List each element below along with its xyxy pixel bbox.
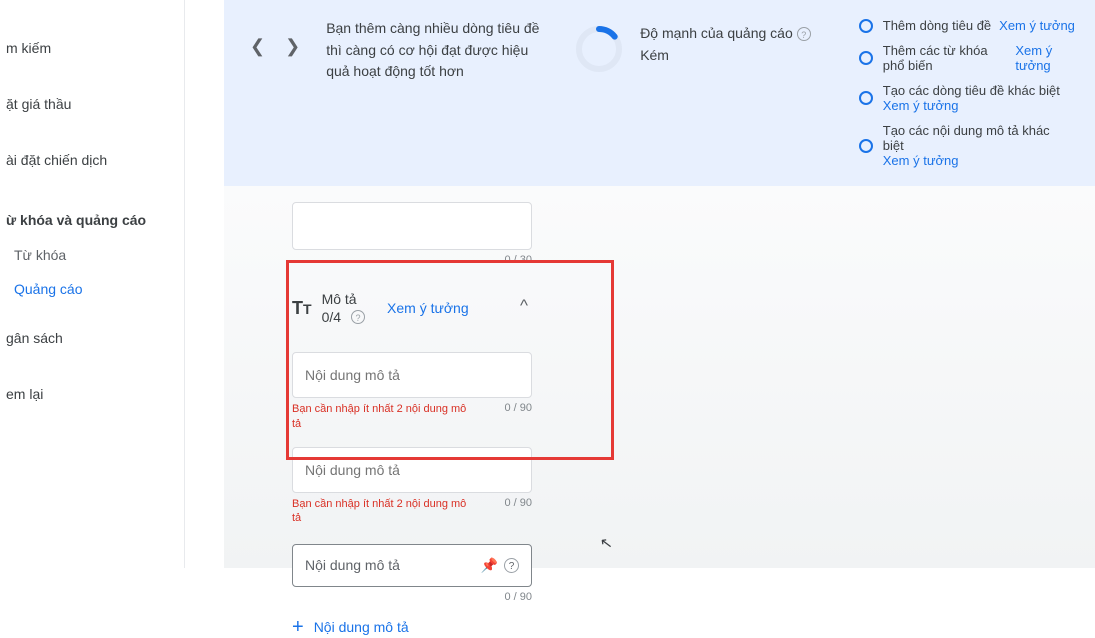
sidebar-item-bidding[interactable]: ặt giá thầu	[0, 86, 184, 122]
hint-text: Bạn thêm càng nhiều dòng tiêu đề thì càn…	[326, 18, 546, 83]
suggestion-text: Thêm dòng tiêu đề	[883, 18, 991, 33]
sidebar: m kiếm ặt giá thầu ài đặt chiến dịch ừ k…	[0, 0, 185, 568]
sidebar-sub-keywords[interactable]: Từ khóa	[0, 238, 184, 272]
description-input-1[interactable]	[292, 352, 532, 398]
suggestion-link[interactable]: Xem ý tưởng	[1015, 43, 1075, 73]
headline-box: 0 / 30	[292, 202, 532, 266]
sidebar-sub-ads[interactable]: Quảng cáo	[0, 272, 184, 306]
description-input-3[interactable]: Nội dung mô tả 📌?	[292, 544, 532, 587]
hint-bar: ❮ ❯ Bạn thêm càng nhiều dòng tiêu đề thì…	[224, 0, 1095, 186]
help-icon[interactable]: ?	[797, 27, 811, 41]
suggestion-text: Tạo các nội dung mô tả khác biệt	[883, 123, 1067, 153]
pin-icon[interactable]: 📌	[481, 557, 498, 574]
add-description-label: Nội dung mô tả	[314, 619, 409, 635]
placeholder-text: Nội dung mô tả	[305, 557, 400, 573]
char-counter: 0 / 90	[504, 402, 532, 431]
plus-icon: +	[292, 617, 304, 637]
ad-strength-title: Độ mạnh của quảng cáo	[640, 25, 793, 41]
cursor-icon: ↖	[599, 533, 614, 553]
text-size-icon: TT	[292, 298, 312, 319]
suggestion-row: Thêm dòng tiêu đề Xem ý tưởng	[859, 18, 1075, 33]
suggestion-row: Tạo các dòng tiêu đề khác biệtXem ý tưởn…	[859, 83, 1075, 113]
headline-input[interactable]	[292, 202, 532, 250]
char-counter: 0 / 90	[292, 591, 532, 603]
radio-icon	[859, 51, 873, 65]
sidebar-group-keywords-ads: ừ khóa và quảng cáo	[0, 202, 184, 238]
suggestion-text: Tạo các dòng tiêu đề khác biệt	[883, 83, 1060, 98]
help-icon[interactable]: ?	[351, 310, 365, 324]
suggestion-link[interactable]: Xem ý tưởng	[883, 98, 1068, 113]
ad-strength-ring-icon	[574, 24, 624, 74]
sidebar-item-search[interactable]: m kiếm	[0, 30, 184, 66]
suggestion-link[interactable]: Xem ý tưởng	[883, 153, 1075, 168]
suggestions-list: Thêm dòng tiêu đề Xem ý tưởng Thêm các từ…	[859, 18, 1075, 168]
radio-icon	[859, 139, 873, 153]
add-description-button[interactable]: + Nội dung mô tả	[292, 617, 532, 637]
next-hint-icon[interactable]: ❯	[279, 36, 306, 57]
description-card: TT Mô tả 0/4? Xem ý tưởng ^ Bạn cần nhập…	[292, 290, 532, 637]
ideas-link[interactable]: Xem ý tưởng	[387, 299, 469, 317]
main-panel: ❮ ❯ Bạn thêm càng nhiều dòng tiêu đề thì…	[224, 0, 1095, 568]
description-count: 0/4	[322, 308, 341, 326]
headline-counter: 0 / 30	[292, 254, 532, 266]
suggestion-text: Thêm các từ khóa phổ biến	[883, 43, 1008, 73]
error-text: Bạn cần nhập ít nhất 2 nội dung mô tả	[292, 497, 467, 526]
ad-strength-value: Kém	[640, 46, 811, 66]
sidebar-item-budget[interactable]: gân sách	[0, 320, 184, 356]
sidebar-item-review[interactable]: em lại	[0, 376, 184, 412]
chevron-up-icon[interactable]: ^	[520, 296, 528, 316]
suggestion-row: Thêm các từ khóa phổ biếnXem ý tưởng	[859, 43, 1075, 73]
help-icon[interactable]: ?	[504, 558, 519, 573]
suggestion-row: Tạo các nội dung mô tả khác biệtXem ý tư…	[859, 123, 1075, 168]
prev-hint-icon[interactable]: ❮	[244, 36, 271, 57]
description-input-2[interactable]	[292, 447, 532, 493]
sidebar-item-campaign-settings[interactable]: ài đặt chiến dịch	[0, 142, 184, 178]
radio-icon	[859, 19, 873, 33]
char-counter: 0 / 90	[504, 497, 532, 526]
suggestion-link[interactable]: Xem ý tưởng	[999, 18, 1075, 33]
error-text: Bạn cần nhập ít nhất 2 nội dung mô tả	[292, 402, 467, 431]
radio-icon	[859, 91, 873, 105]
description-label: Mô tả	[322, 290, 365, 308]
